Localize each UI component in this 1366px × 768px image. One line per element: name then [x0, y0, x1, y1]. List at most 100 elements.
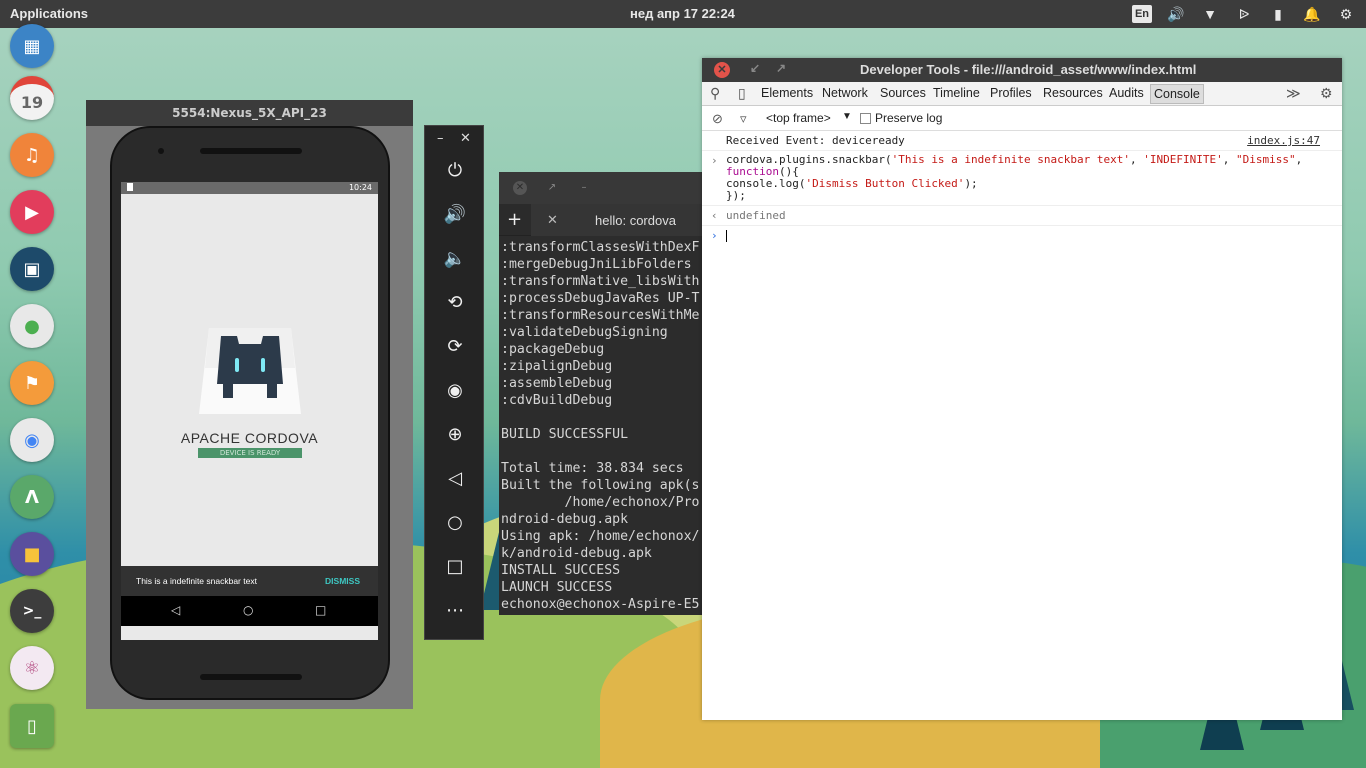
close-tab-icon[interactable]: ✕: [547, 212, 558, 228]
tab-resources[interactable]: Resources: [1043, 86, 1103, 100]
bluetooth-icon[interactable]: ᐉ: [1234, 4, 1254, 24]
keyboard-layout-indicator[interactable]: En: [1132, 5, 1152, 23]
maximize-icon[interactable]: ↗: [776, 61, 786, 75]
device-mode-icon[interactable]: ▯: [738, 85, 746, 102]
overview-icon[interactable]: □: [442, 554, 468, 580]
tab-elements[interactable]: Elements: [761, 86, 813, 100]
tab-audits[interactable]: Audits: [1109, 86, 1144, 100]
terminal-tab-label: hello: cordova: [595, 213, 676, 228]
maximize-icon[interactable]: ↗: [545, 181, 559, 195]
snackbar: This is a indefinite snackbar text DISMI…: [121, 566, 378, 596]
music-icon[interactable]: ♫: [10, 133, 54, 177]
zoom-icon[interactable]: ⊕: [442, 422, 468, 448]
terminal-line: echonox@echonox-Aspire-E5: [501, 597, 700, 612]
phone-screen[interactable]: 10:24 APACHE CORDOVA DEVICE IS READY Thi…: [121, 182, 378, 640]
console-input[interactable]: [726, 230, 727, 242]
more-icon[interactable]: ⋯: [442, 598, 468, 624]
close-icon[interactable]: ✕: [513, 181, 527, 195]
tab-console[interactable]: Console: [1150, 84, 1204, 104]
tab-timeline[interactable]: Timeline: [933, 86, 980, 100]
emulator-toolbar: – ✕ ⏻ 🔊 🔈 ⟲ ⟳ ◉ ⊕ ◁ ○ □ ⋯: [424, 125, 484, 640]
close-icon[interactable]: ✕: [460, 131, 471, 146]
terminal-line: /home/echonox/Pro: [501, 495, 700, 510]
minimize-icon[interactable]: ↙: [750, 61, 760, 75]
tab-network[interactable]: Network: [822, 86, 868, 100]
console-result-row: ‹ undefined: [702, 206, 1342, 226]
minimize-icon[interactable]: –: [577, 181, 591, 195]
recents-icon[interactable]: □: [315, 603, 326, 617]
battery-icon[interactable]: ▮: [1268, 4, 1288, 24]
emulator-title[interactable]: 5554:Nexus_5X_API_23: [86, 100, 413, 126]
notification-icon: [127, 183, 133, 191]
files-icon[interactable]: ▦: [10, 24, 54, 68]
terminal-line: k/android-debug.apk: [501, 546, 652, 561]
tab-profiles[interactable]: Profiles: [990, 86, 1032, 100]
terminal-line: :mergeDebugJniLibFolders: [501, 257, 692, 272]
clear-console-icon[interactable]: ⊘: [712, 111, 723, 127]
preserve-log-checkbox[interactable]: [860, 113, 871, 124]
folder-icon[interactable]: ■: [10, 532, 54, 576]
terminal-line: Total time: 38.834 secs: [501, 461, 684, 476]
volume-icon[interactable]: 🔊: [1166, 4, 1186, 24]
calendar-icon[interactable]: 19: [10, 76, 54, 120]
settings-icon[interactable]: ⚙: [1336, 4, 1356, 24]
device-icon[interactable]: ▯: [10, 704, 54, 748]
terminal-titlebar[interactable]: ✕ ↗ –: [499, 172, 702, 204]
app-title: APACHE CORDOVA: [180, 430, 319, 446]
volume-up-icon[interactable]: 🔊: [442, 202, 468, 228]
android-status-bar: 10:24: [121, 182, 378, 194]
minimize-icon[interactable]: –: [437, 131, 444, 146]
home-icon[interactable]: ○: [442, 510, 468, 536]
home-icon[interactable]: ○: [243, 603, 253, 617]
cordova-logo: [199, 328, 301, 414]
console-prompt-row[interactable]: ›: [702, 226, 1342, 245]
android-studio-icon[interactable]: Λ: [10, 475, 54, 519]
back-icon[interactable]: ◁: [442, 466, 468, 492]
applications-menu[interactable]: Applications: [10, 6, 88, 21]
filter-icon[interactable]: ▿: [740, 111, 747, 127]
store-icon[interactable]: ⚑: [10, 361, 54, 405]
tab-sources[interactable]: Sources: [880, 86, 926, 100]
speaker-bottom: [200, 674, 302, 680]
datetime-indicator[interactable]: нед апр 17 22:24: [630, 6, 735, 21]
snackbar-dismiss-button[interactable]: DISMISS: [325, 576, 360, 586]
chrome-icon[interactable]: ◉: [10, 418, 54, 462]
back-icon[interactable]: ◁: [171, 603, 180, 617]
devtools-titlebar[interactable]: ✕ ↙ ↗ Developer Tools - file:///android_…: [702, 58, 1342, 82]
console-output[interactable]: Received Event: deviceready index.js:47 …: [702, 131, 1342, 245]
terminal-line: BUILD SUCCESSFUL: [501, 427, 629, 442]
settings-icon[interactable]: ●: [10, 304, 54, 348]
terminal-output[interactable]: :transformClassesWithDexF:mergeDebugJniL…: [499, 236, 702, 615]
frame-dropdown-icon[interactable]: ▼: [842, 111, 852, 122]
terminal-tab[interactable]: ✕ hello: cordova: [531, 204, 702, 236]
notifications-icon[interactable]: 🔔: [1302, 4, 1322, 24]
image-icon[interactable]: ▣: [10, 247, 54, 291]
console-toolbar: ⊘ ▿ <top frame> ▼ Preserve log: [702, 106, 1342, 131]
rotate-left-icon[interactable]: ⟲: [442, 290, 468, 316]
gear-icon[interactable]: ⚙: [1320, 85, 1333, 102]
terminal-line: :transformNative_libsWith: [501, 274, 700, 289]
camera-icon[interactable]: ◉: [442, 378, 468, 404]
terminal-line: :cdvBuildDebug: [501, 393, 613, 408]
terminal-line: :processDebugJavaRes UP-T: [501, 291, 700, 306]
chevron-left-icon: ‹: [711, 209, 718, 222]
close-icon[interactable]: ✕: [714, 62, 730, 78]
power-icon[interactable]: ⏻: [442, 158, 468, 184]
new-tab-button[interactable]: +: [507, 209, 522, 230]
frame-selector[interactable]: <top frame>: [766, 111, 831, 125]
terminal-glyph: >_: [22, 603, 42, 619]
terminal-window: ✕ ↗ – + ✕ hello: cordova :transformClass…: [499, 172, 702, 615]
video-icon[interactable]: ▶: [10, 190, 54, 234]
log-source-link[interactable]: index.js:47: [1247, 134, 1320, 147]
volume-down-icon[interactable]: 🔈: [442, 246, 468, 272]
atom-icon[interactable]: ⚛: [10, 646, 54, 690]
terminal-icon[interactable]: >_: [10, 589, 54, 633]
console-drawer-icon[interactable]: ≫: [1286, 85, 1301, 102]
rotate-right-icon[interactable]: ⟳: [442, 334, 468, 360]
system-tray: En 🔊 ▼ ᐉ ▮ 🔔 ⚙: [1132, 4, 1356, 24]
wifi-icon[interactable]: ▼: [1200, 4, 1220, 24]
status-time: 10:24: [348, 183, 372, 192]
inspect-icon[interactable]: ⚲: [710, 85, 720, 102]
preserve-log-label: Preserve log: [875, 111, 943, 125]
